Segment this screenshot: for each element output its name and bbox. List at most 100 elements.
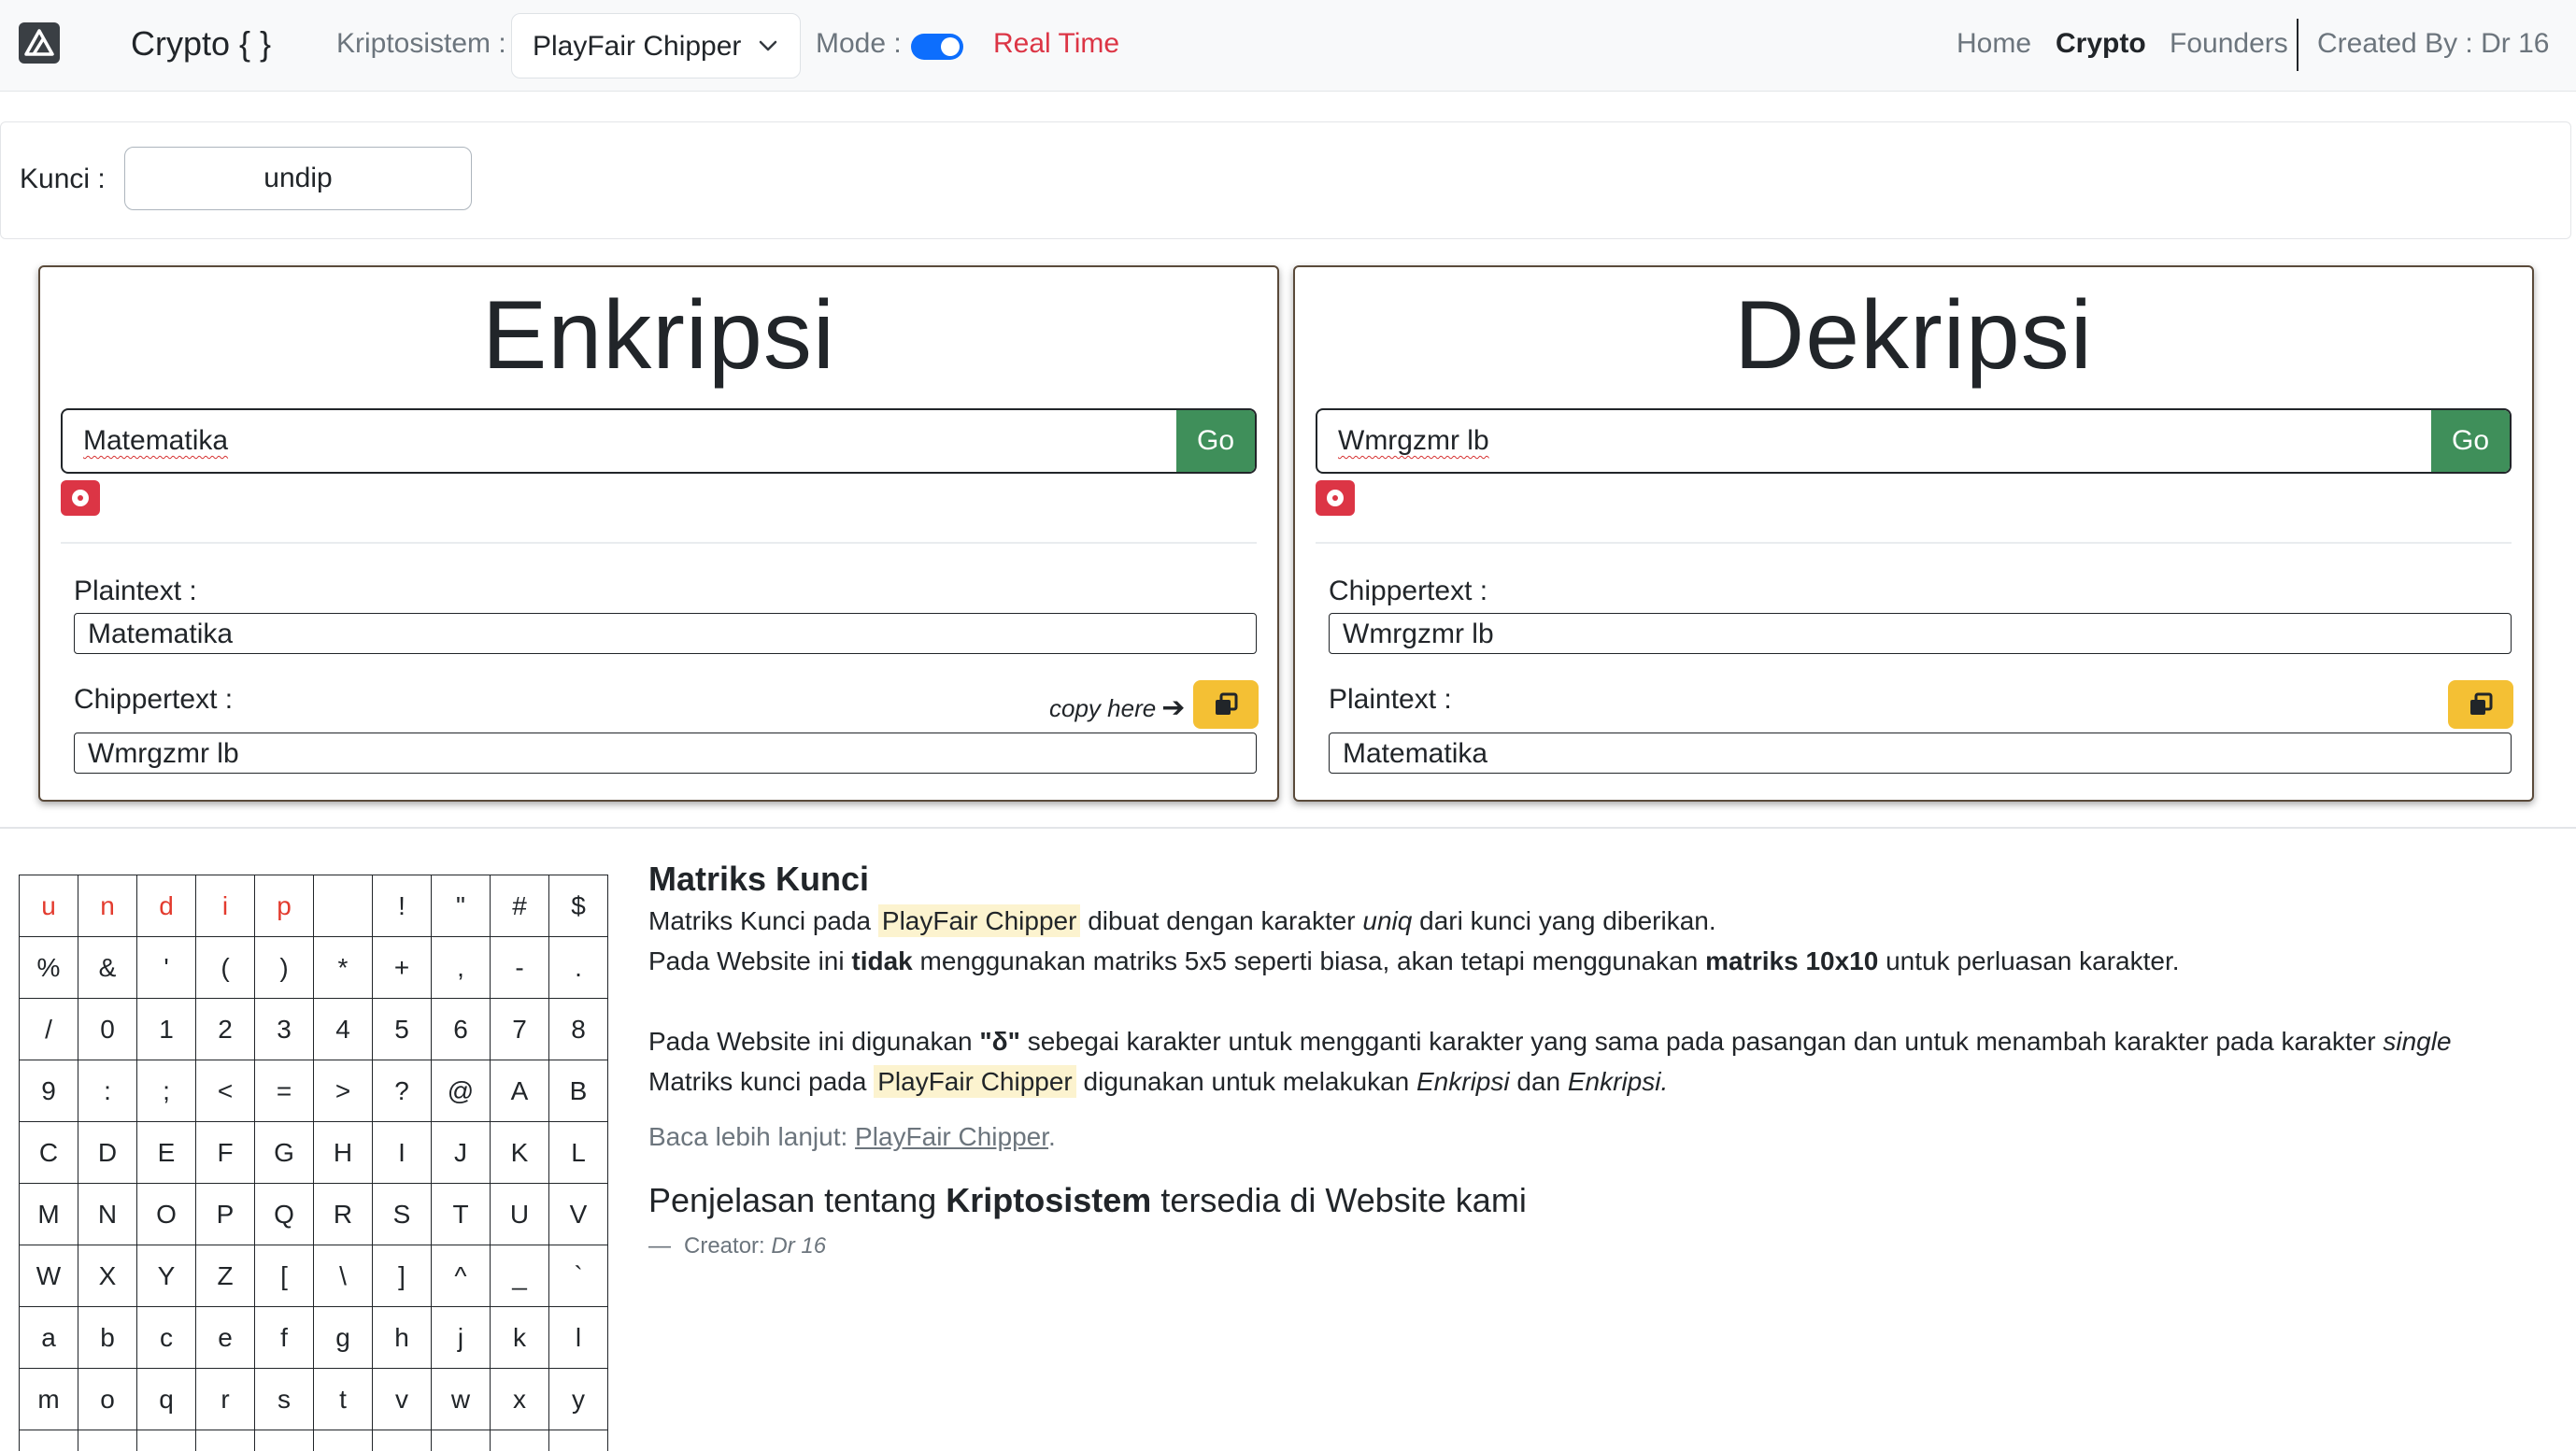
matrix-cell: L — [548, 1121, 608, 1184]
matrix-cell — [313, 875, 373, 937]
tagline: Penjelasan tentang Kriptosistem tersedia… — [648, 1179, 2555, 1222]
decrypt-clear-button[interactable] — [1316, 480, 1355, 516]
matrix-cell: = — [254, 1060, 314, 1122]
kriptosistem-label: Kriptosistem : — [336, 28, 506, 59]
clear-icon — [1327, 490, 1344, 506]
matrix-cell: 8 — [548, 998, 608, 1060]
decrypt-input[interactable]: Wmrgzmr lb — [1338, 425, 1489, 457]
matrix-cell: f — [254, 1306, 314, 1369]
decrypt-plaintext-output[interactable]: Matematika — [1329, 733, 2512, 774]
text-emphasis: uniq — [1362, 906, 1413, 935]
matrix-cell: o — [78, 1368, 137, 1430]
matrix-cell: K — [490, 1121, 549, 1184]
decrypt-input-group: Wmrgzmr lb Go — [1316, 408, 2512, 474]
text-bold: Kriptosistem — [946, 1181, 1152, 1219]
matrix-cell: ) — [254, 936, 314, 999]
matrix-row: abcefghjkl — [19, 1306, 608, 1369]
matrix-cell: - — [490, 936, 549, 999]
info-paragraph-4: Matriks kunci pada PlayFair Chipper digu… — [648, 1061, 2555, 1102]
matrix-cell: D — [78, 1121, 137, 1184]
encrypt-plaintext-label: Plaintext : — [74, 576, 197, 606]
decrypt-ciphertext-output[interactable]: Wmrgzmr lb — [1329, 613, 2512, 654]
nav-link-founders[interactable]: Founders — [2170, 28, 2288, 60]
text: sebegai karakter untuk mengganti karakte… — [1019, 1027, 2384, 1056]
encrypt-input[interactable]: Matematika — [83, 425, 228, 457]
highlight-playfair: PlayFair Chipper — [877, 904, 1081, 937]
matrix-cell: i — [195, 875, 255, 937]
nav-link-crypto[interactable]: Crypto — [2056, 28, 2146, 60]
matrix-cell: P — [195, 1183, 255, 1245]
info-section: Matriks Kunci Matriks Kunci pada PlayFai… — [648, 858, 2555, 1266]
matrix-cell: ? — [372, 1060, 432, 1122]
key-matrix-table: u n d i p! " # $% & '() * +, -./0 1 2 3 4 5 6 7 8 9:; < = >? @ A B C… — [19, 875, 608, 1451]
matrix-cell: k — [490, 1306, 549, 1369]
matrix-cell: c — [136, 1306, 196, 1369]
encrypt-go-button[interactable]: Go — [1176, 410, 1255, 472]
matrix-cell: g — [313, 1306, 373, 1369]
text: menggunakan matriks 5x5 seperti biasa, a… — [912, 946, 1706, 975]
matrix-cell: / — [19, 998, 78, 1060]
logo-icon[interactable] — [19, 22, 60, 64]
text-emphasis: Enkripsi — [1416, 1067, 1510, 1096]
matrix-cell — [372, 1430, 432, 1451]
matrix-cell: 2 — [195, 998, 255, 1060]
matrix-cell: + — [372, 936, 432, 999]
matrix-cell: m — [19, 1368, 78, 1430]
nav-divider — [2297, 19, 2298, 71]
matrix-cell: h — [372, 1306, 432, 1369]
matrix-cell: . — [548, 936, 608, 999]
encrypt-clear-button[interactable] — [61, 480, 100, 516]
encrypt-ciphertext-output[interactable]: Wmrgzmr lb — [74, 733, 1257, 774]
matrix-cell: { — [78, 1430, 137, 1451]
divider — [1316, 542, 2512, 544]
text: Matriks Kunci pada — [648, 906, 878, 935]
matrix-cell: > — [313, 1060, 373, 1122]
decrypt-go-button[interactable]: Go — [2431, 410, 2510, 472]
matrix-cell: n — [78, 875, 137, 937]
matrix-cell: S — [372, 1183, 432, 1245]
text: Matriks kunci pada — [648, 1067, 875, 1096]
decrypt-copy-button[interactable] — [2448, 680, 2513, 729]
key-bar: Kunci : undip — [0, 121, 2571, 239]
text: dan — [1509, 1067, 1568, 1096]
copy-icon — [2470, 692, 2493, 715]
matrix-cell: 1 — [136, 998, 196, 1060]
brand-title[interactable]: Crypto { } — [131, 24, 271, 64]
clear-icon — [72, 490, 89, 506]
matrix-cell: v — [372, 1368, 432, 1430]
text-emphasis: single — [2383, 1027, 2452, 1056]
mode-toggle-switch[interactable] — [911, 34, 963, 60]
encrypt-plaintext-value: Matematika — [88, 619, 234, 649]
nav-link-home[interactable]: Home — [1957, 28, 2031, 60]
matrix-cell: y — [548, 1368, 608, 1430]
matrix-cell — [431, 1430, 491, 1451]
matrix-row: 9:; < = >? @ A B — [19, 1060, 608, 1122]
chevron-down-icon — [759, 40, 777, 51]
text: Pada Website ini — [648, 946, 852, 975]
read-more-link[interactable]: PlayFair Chipper — [855, 1122, 1048, 1151]
decrypt-plaintext-label: Plaintext : — [1329, 684, 1452, 715]
key-input[interactable]: undip — [124, 147, 472, 210]
matrix-cell — [490, 1430, 549, 1451]
matrix-cell: Z — [195, 1245, 255, 1307]
encrypt-input-group: Matematika Go — [61, 408, 1257, 474]
matrix-cell: j — [431, 1306, 491, 1369]
text: . — [1048, 1122, 1056, 1151]
matrix-cell: l — [548, 1306, 608, 1369]
key-label: Kunci : — [20, 164, 106, 194]
creator-name: Dr 16 — [771, 1233, 827, 1259]
matrix-cell: * — [313, 936, 373, 999]
encrypt-plaintext-output[interactable]: Matematika — [74, 613, 1257, 654]
navbar: Crypto { } Kriptosistem : PlayFair Chipp… — [0, 0, 2576, 92]
matrix-cell: w — [431, 1368, 491, 1430]
highlight-playfair: PlayFair Chipper — [874, 1065, 1076, 1098]
kriptosistem-select[interactable]: PlayFair Chipper — [511, 13, 801, 78]
matrix-cell: U — [490, 1183, 549, 1245]
matrix-cell: _ — [490, 1245, 549, 1307]
matrix-row: % & '() * +, -. — [19, 936, 608, 999]
encrypt-copy-button[interactable] — [1193, 680, 1259, 729]
matrix-cell: G — [254, 1121, 314, 1184]
matrix-cell: V — [548, 1183, 608, 1245]
text-emphasis: Enkripsi. — [1567, 1067, 1669, 1096]
